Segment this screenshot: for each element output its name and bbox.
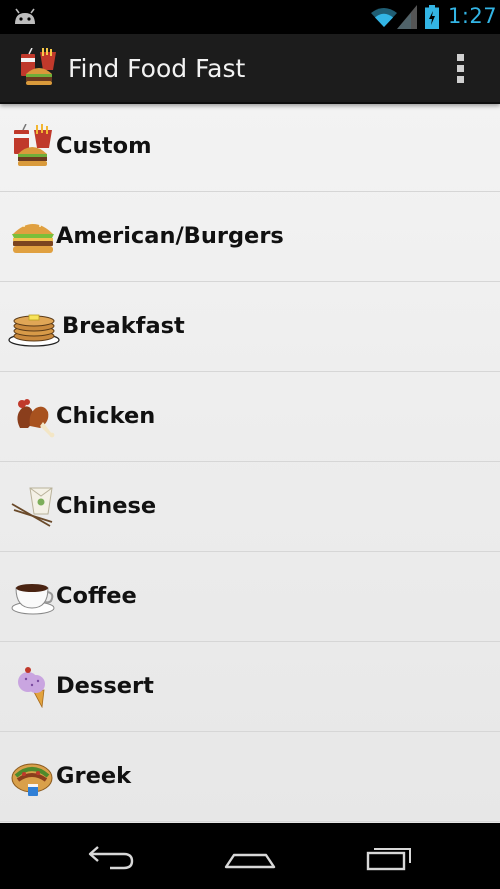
list-item-breakfast[interactable]: Breakfast — [0, 282, 500, 372]
takeout-box-icon — [11, 487, 53, 527]
navigation-bar — [0, 823, 500, 889]
overflow-dot — [457, 76, 464, 83]
battery-icon — [425, 5, 439, 29]
list-item-coffee[interactable]: Coffee — [0, 552, 500, 642]
gyro-icon — [11, 763, 53, 796]
fast-food-combo-icon — [14, 124, 52, 166]
recent-apps-icon[interactable] — [360, 835, 420, 877]
android-icon — [15, 8, 35, 24]
category-label: American/Burgers — [56, 223, 284, 249]
chicken-icon — [17, 399, 55, 438]
ice-cream-icon — [18, 667, 45, 708]
wifi-icon — [371, 8, 397, 27]
overflow-menu-icon[interactable] — [444, 46, 478, 90]
action-bar: Find Food Fast — [0, 34, 500, 104]
status-bar: 1:27 — [0, 0, 500, 34]
category-label: Coffee — [56, 583, 137, 609]
signal-icon — [397, 5, 417, 29]
list-item-chinese[interactable]: Chinese — [0, 462, 500, 552]
list-item-chicken[interactable]: Chicken — [0, 372, 500, 462]
pancakes-icon — [8, 314, 60, 347]
category-label: Greek — [56, 763, 132, 789]
screen: 1:27 Find Food Fast Custom American/Burg… — [0, 0, 500, 889]
category-label: Chicken — [56, 403, 156, 429]
category-list: Custom American/Burgers Breakfast Chicke… — [0, 102, 500, 823]
list-item-dessert[interactable]: Dessert — [0, 642, 500, 732]
coffee-cup-icon — [11, 584, 55, 615]
list-item-american-burgers[interactable]: American/Burgers — [0, 192, 500, 282]
overflow-dot — [457, 65, 464, 72]
category-label: Dessert — [56, 673, 154, 699]
list-item-custom[interactable]: Custom — [0, 102, 500, 192]
list-item-greek[interactable]: Greek — [0, 732, 500, 822]
app-title: Find Food Fast — [68, 54, 246, 83]
status-clock: 1:27 — [448, 4, 498, 28]
category-label: Breakfast — [62, 313, 185, 339]
category-label: Chinese — [56, 493, 157, 519]
overflow-dot — [457, 54, 464, 61]
home-icon[interactable] — [220, 835, 280, 877]
category-label: Custom — [56, 133, 152, 159]
burger-icon — [12, 222, 54, 253]
fast-food-icon[interactable] — [18, 48, 60, 88]
back-icon[interactable] — [80, 835, 140, 877]
